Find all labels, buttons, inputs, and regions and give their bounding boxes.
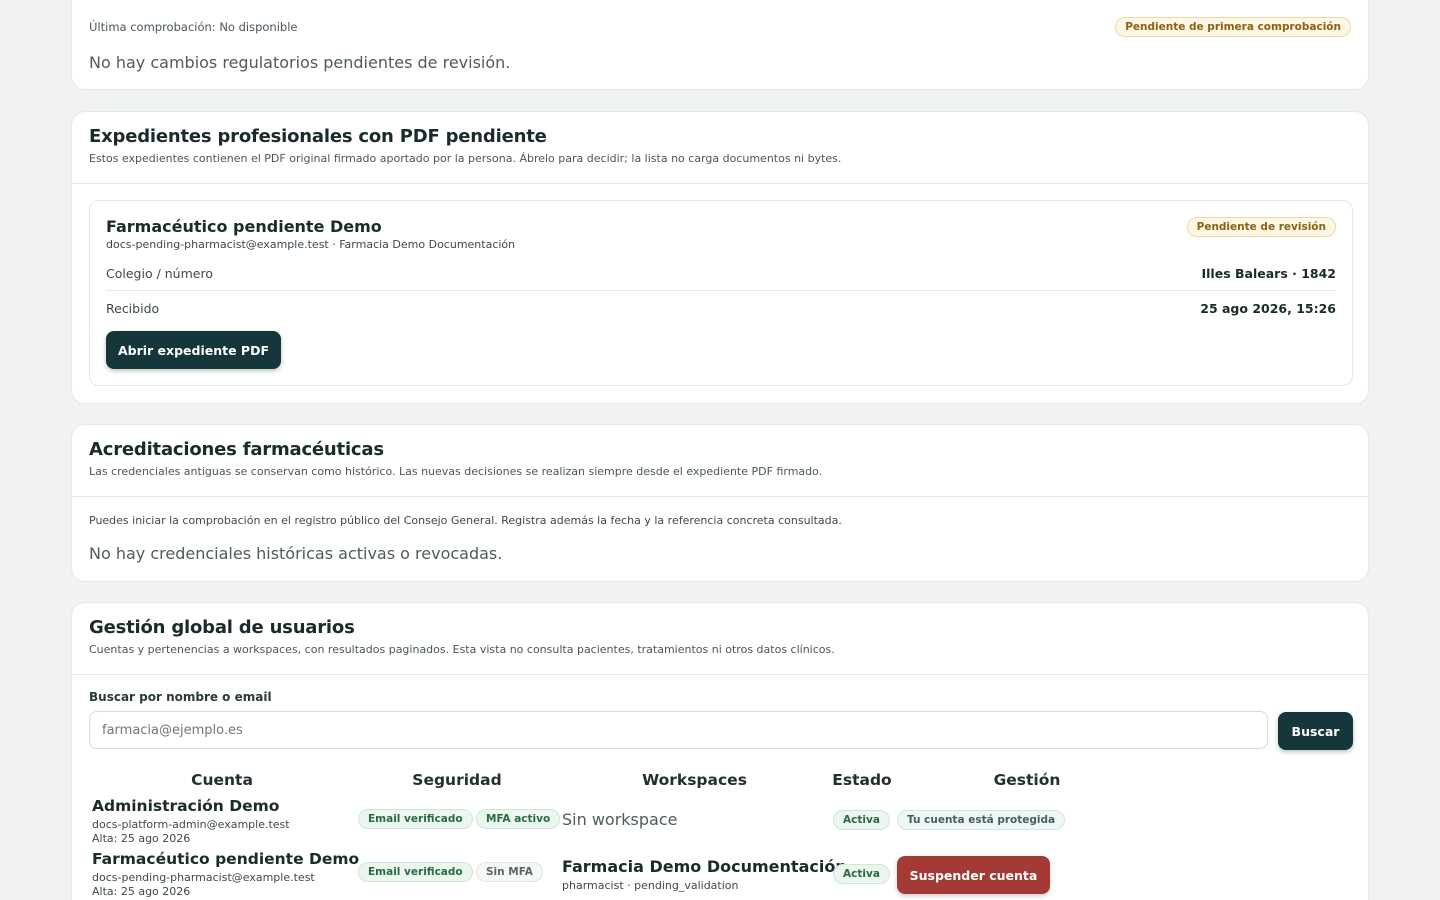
col-header-status: Estado <box>832 771 892 789</box>
workspace-name: Sin workspace <box>562 810 678 829</box>
account-created: Alta: 25 ago 2026 <box>92 832 191 845</box>
security-badge-mfa: MFA activo <box>476 809 561 829</box>
account-name: Farmacéutico pendiente Demo <box>92 850 360 868</box>
accreditations-info: Puedes iniciar la comprobación en el reg… <box>89 514 842 527</box>
received-value: 25 ago 2026, 15:26 <box>1200 300 1336 316</box>
pending-pdf-header: Expedientes profesionales con PDF pendie… <box>72 112 1368 184</box>
users-card: Gestión global de usuarios Cuentas y per… <box>71 602 1369 900</box>
accreditations-empty-text: No hay credenciales históricas activas o… <box>89 544 503 563</box>
account-protected-badge: Tu cuenta está protegida <box>897 810 1066 830</box>
col-header-management: Gestión <box>993 771 1061 789</box>
accreditations-subtitle: Las credenciales antiguas se conservan c… <box>89 465 823 478</box>
item-status-badge: Pendiente de revisión <box>1186 217 1336 237</box>
table-row: Farmacéutico pendiente Demo docs-pending… <box>72 848 1368 900</box>
kv-divider <box>106 290 1336 291</box>
col-header-workspaces: Workspaces <box>642 771 747 789</box>
pending-pdf-item: Farmacéutico pendiente Demo docs-pending… <box>89 200 1353 386</box>
search-label: Buscar por nombre o email <box>89 690 272 704</box>
regulatory-status-badge: Pendiente de primera comprobación <box>1115 17 1351 37</box>
received-label: Recibido <box>106 300 160 316</box>
account-email: docs-pending-pharmacist@example.test <box>92 871 315 884</box>
col-header-account: Cuenta <box>191 771 253 789</box>
suspend-account-button[interactable]: Suspender cuenta <box>897 856 1050 894</box>
status-badge: Activa <box>833 810 890 830</box>
security-badge-email: Email verificado <box>358 809 473 829</box>
users-header: Gestión global de usuarios Cuentas y per… <box>72 603 1368 675</box>
accreditations-card: Acreditaciones farmacéuticas Las credenc… <box>71 424 1369 582</box>
regulatory-card: Última comprobación: No disponible Pendi… <box>71 0 1369 90</box>
search-button[interactable]: Buscar <box>1278 712 1353 750</box>
item-meta: docs-pending-pharmacist@example.test · F… <box>106 238 516 251</box>
users-title: Gestión global de usuarios <box>89 617 355 638</box>
open-pdf-button[interactable]: Abrir expediente PDF <box>106 331 281 369</box>
college-row: Colegio / número Illes Balears · 1842 <box>106 263 1336 283</box>
received-row: Recibido 25 ago 2026, 15:26 <box>106 298 1336 318</box>
regulatory-empty-text: No hay cambios regulatorios pendientes d… <box>89 53 511 72</box>
accreditations-title: Acreditaciones farmacéuticas <box>89 439 384 460</box>
status-badge: Activa <box>833 864 890 884</box>
col-header-security: Seguridad <box>412 771 502 789</box>
pending-pdf-card: Expedientes profesionales con PDF pendie… <box>71 111 1369 404</box>
search-input[interactable] <box>89 711 1268 749</box>
accreditations-header: Acreditaciones farmacéuticas Las credenc… <box>72 425 1368 497</box>
security-badge-mfa: Sin MFA <box>476 862 543 882</box>
account-email: docs-platform-admin@example.test <box>92 818 290 831</box>
account-created: Alta: 25 ago 2026 <box>92 885 191 898</box>
workspace-name: Farmacia Demo Documentación <box>562 857 847 876</box>
item-name: Farmacéutico pendiente Demo <box>106 217 382 236</box>
college-label: Colegio / número <box>106 265 213 281</box>
security-badge-email: Email verificado <box>358 862 473 882</box>
last-check-text: Última comprobación: No disponible <box>89 20 298 34</box>
pending-pdf-title: Expedientes profesionales con PDF pendie… <box>89 126 547 147</box>
workspace-detail: pharmacist · pending_validation <box>562 879 739 892</box>
users-subtitle: Cuentas y pertenencias a workspaces, con… <box>89 643 835 656</box>
table-row: Administración Demo docs-platform-admin@… <box>72 795 1368 847</box>
pending-pdf-subtitle: Estos expedientes contienen el PDF origi… <box>89 152 842 165</box>
account-name: Administración Demo <box>92 797 280 815</box>
college-value: Illes Balears · 1842 <box>1201 265 1337 281</box>
